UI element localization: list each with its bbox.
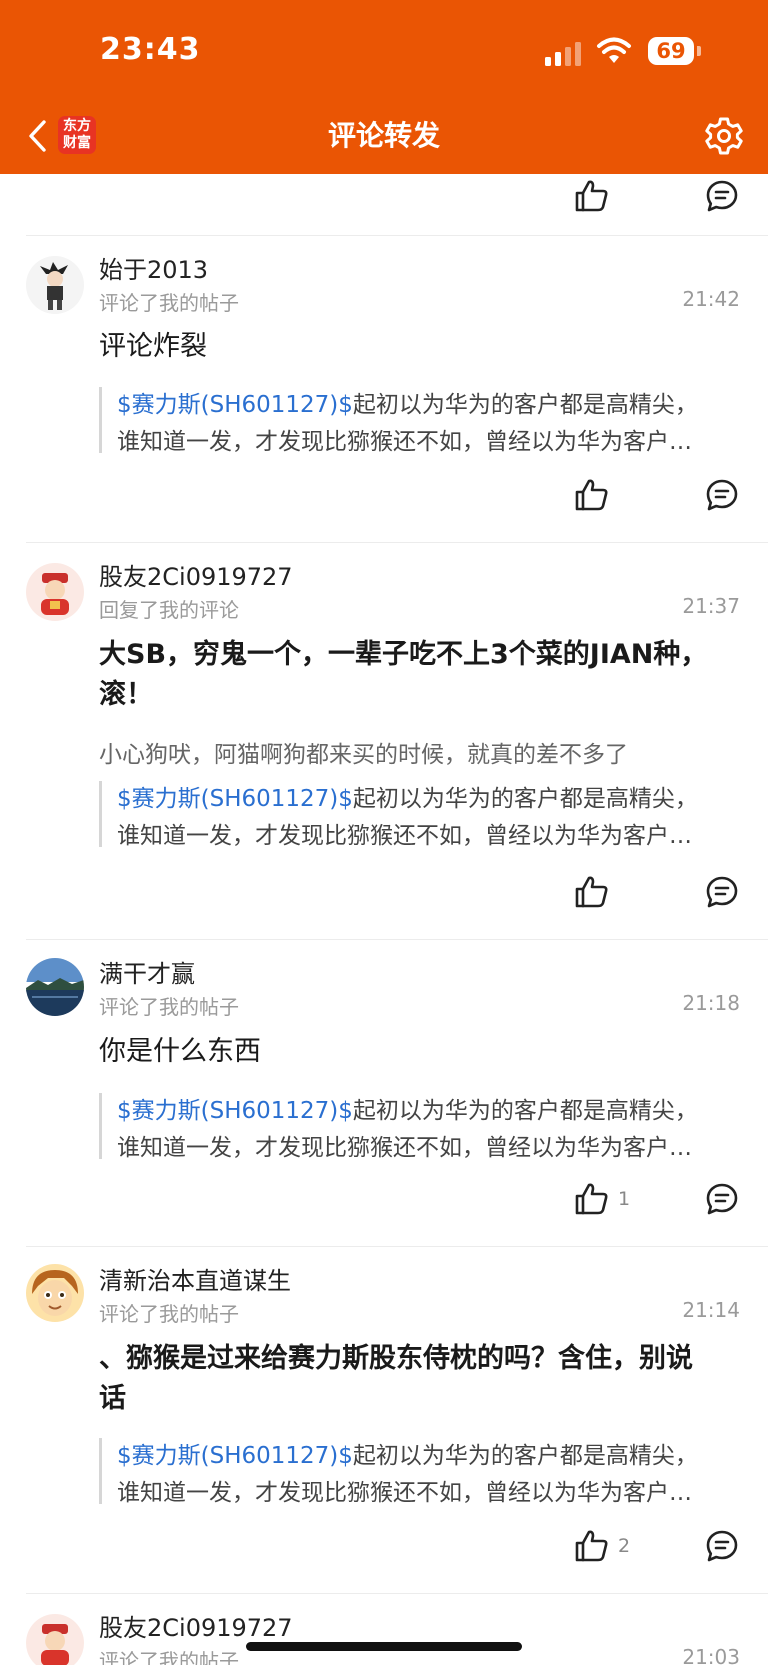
comment-line: 、猕猴是过来给赛力斯股东侍枕的吗？含住，别说: [99, 1343, 693, 1374]
back-button[interactable]: [22, 116, 52, 156]
quote-line: 谁知道一发，才发现比猕猴还不如，曾经以为华为客户…: [117, 823, 692, 847]
avatar[interactable]: [26, 256, 84, 314]
timestamp: 21:42: [682, 287, 740, 311]
quote-line: 谁知道一发，才发现比猕猴还不如，曾经以为华为客户…: [117, 1480, 692, 1504]
stock-link[interactable]: $赛力斯(SH601127)$: [117, 392, 353, 418]
comment-line: 你是什么东西: [99, 1036, 261, 1067]
comment-bubble-icon[interactable]: [704, 1528, 740, 1564]
previous-item-actions: [0, 174, 768, 214]
comment-bubble-icon[interactable]: [704, 874, 740, 910]
quote-line: 谁知道一发，才发现比猕猴还不如，曾经以为华为客户…: [117, 1135, 692, 1159]
gear-icon[interactable]: [704, 116, 744, 156]
page-title: 评论转发: [327, 119, 440, 152]
comment-line: 评论炸裂: [99, 331, 207, 362]
user-name[interactable]: 清新治本直道谋生: [99, 1261, 291, 1296]
avatar[interactable]: [26, 1614, 84, 1665]
action-text: 评论了我的帖子: [99, 291, 239, 315]
list-item[interactable]: 满干才赢 评论了我的帖子 21:18 你是什么东西 $赛力斯(SH601127)…: [0, 940, 768, 1246]
timestamp: 21:37: [682, 594, 740, 618]
timestamp: 21:18: [682, 991, 740, 1015]
list-item[interactable]: 股友2Ci0919727 回复了我的评论 21:37 大SB，穷鬼一个，一辈子吃…: [0, 543, 768, 939]
list-item[interactable]: 股友2Ci0919727 评论了我的帖子 21:03: [0, 1594, 768, 1665]
stock-link[interactable]: $赛力斯(SH601127)$: [117, 1443, 353, 1469]
quoted-post[interactable]: $赛力斯(SH601127)$起初以为华为的客户都是高精尖， 谁知道一发，才发现…: [99, 387, 739, 453]
cellular-signal-icon: [545, 42, 581, 66]
timestamp: 21:14: [682, 1298, 740, 1322]
app-logo[interactable]: 东方 财富: [58, 116, 96, 154]
timestamp: 21:03: [682, 1645, 740, 1665]
comment-bubble-icon[interactable]: [704, 1181, 740, 1217]
thumbs-up-icon[interactable]: [574, 1181, 610, 1217]
avatar[interactable]: [26, 958, 84, 1016]
app-header: 23:43 69 东方 财富 评论转发: [0, 0, 768, 174]
status-bar: 23:43 69: [0, 0, 768, 100]
user-name[interactable]: 满干才赢: [99, 954, 195, 989]
comment-bubble-icon[interactable]: [704, 477, 740, 513]
battery-cap: [697, 46, 701, 56]
wifi-icon: [597, 37, 631, 63]
quote-line: 起初以为华为的客户都是高精尖，: [352, 786, 698, 812]
quote-line: 起初以为华为的客户都是高精尖，: [352, 1098, 698, 1124]
comment-text: 大SB，穷鬼一个，一辈子吃不上3个菜的JIAN种， 滚！: [99, 635, 749, 715]
quoted-post[interactable]: $赛力斯(SH601127)$起初以为华为的客户都是高精尖， 谁知道一发，才发现…: [99, 1093, 739, 1159]
quote-line: 起初以为华为的客户都是高精尖，: [352, 392, 698, 418]
chevron-left-icon: [29, 120, 46, 152]
avatar[interactable]: [26, 1264, 84, 1322]
reply-text: 小心狗吠，阿猫啊狗都来买的时候，就真的差不多了: [99, 742, 628, 768]
comment-text: 、猕猴是过来给赛力斯股东侍枕的吗？含住，别说 话: [99, 1339, 749, 1419]
home-indicator: [246, 1642, 522, 1651]
comment-line: 大SB，穷鬼一个，一辈子吃不上3个菜的JIAN种，: [99, 639, 708, 670]
logo-text: 东方: [63, 118, 91, 134]
battery-icon: 69: [648, 37, 694, 65]
avatar[interactable]: [26, 563, 84, 621]
thumbs-up-icon[interactable]: [574, 1528, 610, 1564]
action-text: 回复了我的评论: [99, 598, 239, 622]
thumbs-up-icon[interactable]: [574, 178, 610, 214]
comment-bubble-icon[interactable]: [704, 178, 740, 214]
action-text: 评论了我的帖子: [99, 995, 239, 1019]
stock-link[interactable]: $赛力斯(SH601127)$: [117, 786, 353, 812]
action-text: 评论了我的帖子: [99, 1649, 239, 1665]
comment-line: 滚！: [99, 679, 153, 710]
like-count: 1: [618, 1188, 631, 1210]
thumbs-up-icon[interactable]: [574, 477, 610, 513]
quoted-post[interactable]: $赛力斯(SH601127)$起初以为华为的客户都是高精尖， 谁知道一发，才发现…: [99, 781, 739, 847]
quoted-post[interactable]: $赛力斯(SH601127)$起初以为华为的客户都是高精尖， 谁知道一发，才发现…: [99, 1438, 739, 1504]
action-text: 评论了我的帖子: [99, 1302, 239, 1326]
quote-line: 起初以为华为的客户都是高精尖，: [352, 1443, 698, 1469]
like-count: 2: [618, 1535, 631, 1557]
user-name[interactable]: 始于2013: [99, 250, 208, 285]
list-item[interactable]: 始于2013 评论了我的帖子 21:42 评论炸裂 $赛力斯(SH601127)…: [0, 236, 768, 542]
quote-line: 谁知道一发，才发现比猕猴还不如，曾经以为华为客户…: [117, 429, 692, 453]
thumbs-up-icon[interactable]: [574, 874, 610, 910]
user-name[interactable]: 股友2Ci0919727: [99, 1608, 293, 1643]
user-name[interactable]: 股友2Ci0919727: [99, 557, 293, 592]
list-item[interactable]: 清新治本直道谋生 评论了我的帖子 21:14 、猕猴是过来给赛力斯股东侍枕的吗？…: [0, 1247, 768, 1593]
status-time: 23:43: [100, 32, 201, 67]
comment-text: 你是什么东西: [99, 1032, 729, 1072]
logo-text: 财富: [63, 135, 91, 151]
comment-line: 话: [99, 1383, 126, 1414]
stock-link[interactable]: $赛力斯(SH601127)$: [117, 1098, 353, 1124]
comment-text: 评论炸裂: [99, 327, 729, 367]
